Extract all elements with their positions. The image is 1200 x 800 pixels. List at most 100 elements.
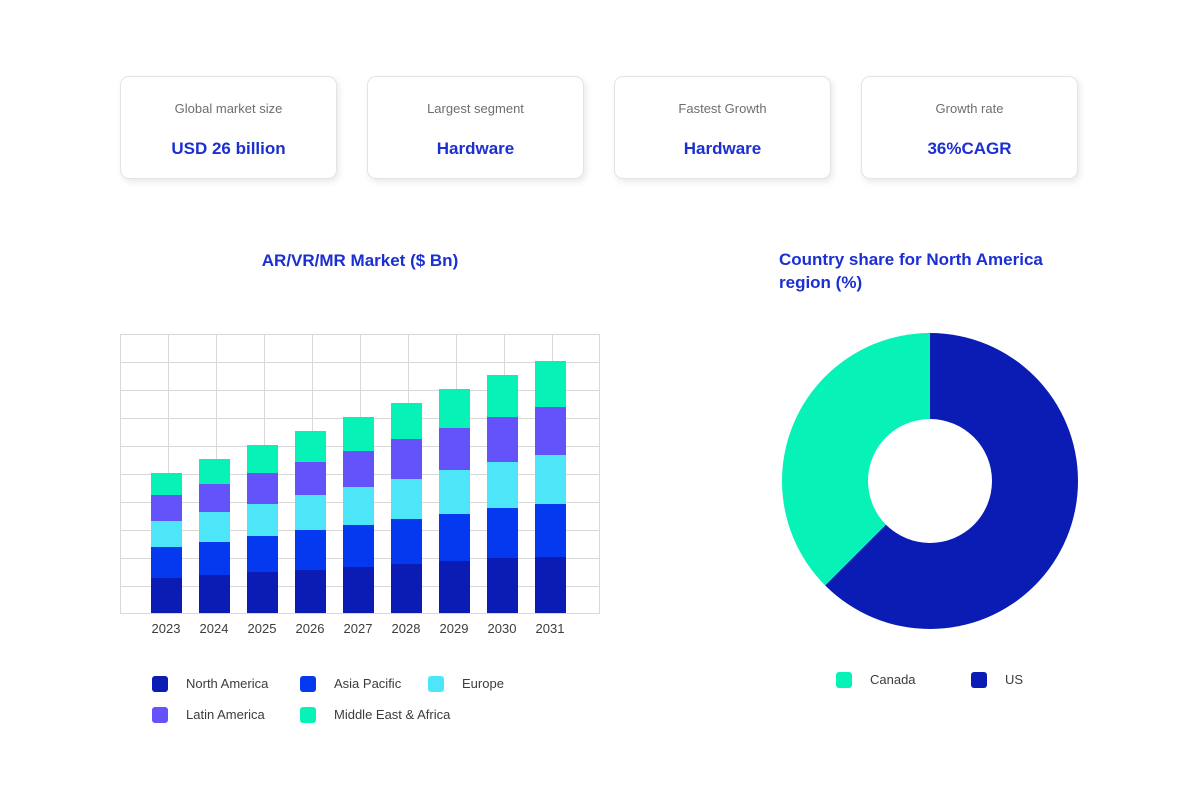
bar-segment-middle-east-africa: [295, 431, 326, 462]
bar-segment-latin-america: [247, 473, 278, 504]
bar-column-2023: [151, 473, 182, 613]
legend-swatch-latin-america: [152, 707, 168, 723]
legend-swatch-middle-east-africa: [300, 707, 316, 723]
stat-card-largest-segment: Largest segment Hardware: [367, 76, 584, 179]
bar-segment-europe: [439, 470, 470, 513]
bar-segment-asia-pacific: [535, 504, 566, 557]
bar-segment-europe: [151, 521, 182, 548]
stat-card-label: Largest segment: [427, 101, 524, 117]
bar-segment-middle-east-africa: [151, 473, 182, 495]
bar-segment-north-america: [247, 572, 278, 613]
x-tick-2024: 2024: [190, 621, 238, 636]
bar-segment-north-america: [391, 564, 422, 613]
legend-label: US: [1005, 672, 1023, 688]
legend-item-us: US: [971, 672, 1023, 688]
stat-card-growth-rate: Growth rate 36%CAGR: [861, 76, 1078, 179]
bar-segment-europe: [247, 504, 278, 536]
stat-card-value: Hardware: [437, 139, 514, 159]
bar-segment-europe: [295, 495, 326, 530]
stat-card-fastest-growth: Fastest Growth Hardware: [614, 76, 831, 179]
bar-column-2029: [439, 389, 470, 613]
stat-card-global-market-size: Global market size USD 26 billion: [120, 76, 337, 179]
bar-column-2024: [199, 459, 230, 613]
bar-chart-x-axis: 202320242025202620272028202920302031: [120, 621, 600, 639]
bar-segment-asia-pacific: [247, 536, 278, 572]
bar-segment-middle-east-africa: [487, 375, 518, 417]
bar-column-2030: [487, 375, 518, 613]
legend-label: Europe: [462, 676, 504, 692]
stat-card-value: 36%CAGR: [927, 139, 1011, 159]
legend-swatch-asia-pacific: [300, 676, 316, 692]
bar-segment-latin-america: [295, 462, 326, 496]
bar-segment-north-america: [151, 578, 182, 613]
bar-chart-title: AR/VR/MR Market ($ Bn): [120, 249, 600, 272]
legend-item-middle-east-africa: Middle East & Africa: [300, 707, 450, 723]
bar-segment-europe: [487, 462, 518, 508]
stat-card-value: USD 26 billion: [171, 139, 285, 159]
market-dashboard: Global market size USD 26 billion Larges…: [0, 0, 1200, 800]
legend-label: Latin America: [186, 707, 265, 723]
legend-swatch-canada: [836, 672, 852, 688]
bar-segment-middle-east-africa: [199, 459, 230, 484]
x-tick-2031: 2031: [526, 621, 574, 636]
x-tick-2030: 2030: [478, 621, 526, 636]
bar-chart-plot: [120, 334, 600, 614]
legend-item-latin-america: Latin America: [152, 707, 265, 723]
bar-segment-north-america: [199, 575, 230, 613]
bar-segment-asia-pacific: [343, 525, 374, 567]
bar-segment-middle-east-africa: [391, 403, 422, 439]
bar-segment-europe: [535, 455, 566, 504]
bar-segment-europe: [343, 487, 374, 525]
donut-chart-title: Country share for North America region (…: [779, 248, 1079, 294]
legend-item-europe: Europe: [428, 676, 504, 692]
x-tick-2027: 2027: [334, 621, 382, 636]
bar-segment-latin-america: [151, 495, 182, 520]
bar-segment-north-america: [535, 557, 566, 613]
stat-card-label: Fastest Growth: [678, 101, 766, 117]
bar-segment-latin-america: [199, 484, 230, 512]
bar-segment-north-america: [343, 567, 374, 613]
bar-column-2025: [247, 445, 278, 613]
bar-column-2031: [535, 361, 566, 613]
stat-card-label: Global market size: [175, 101, 283, 117]
legend-label: Asia Pacific: [334, 676, 401, 692]
bar-segment-latin-america: [391, 439, 422, 478]
bar-column-2027: [343, 417, 374, 613]
bar-segment-asia-pacific: [151, 547, 182, 578]
legend-swatch-us: [971, 672, 987, 688]
legend-label: North America: [186, 676, 268, 692]
bar-segment-middle-east-africa: [247, 445, 278, 473]
bar-segment-middle-east-africa: [535, 361, 566, 407]
donut-hole: [868, 419, 992, 543]
bar-column-2026: [295, 431, 326, 613]
bar-segment-latin-america: [439, 428, 470, 470]
bar-segment-latin-america: [343, 451, 374, 487]
x-tick-2025: 2025: [238, 621, 286, 636]
x-tick-2029: 2029: [430, 621, 478, 636]
bar-column-2028: [391, 403, 422, 613]
legend-label: Middle East & Africa: [334, 707, 450, 723]
bar-segment-europe: [199, 512, 230, 541]
donut-chart: [782, 333, 1078, 629]
bar-segment-north-america: [439, 561, 470, 613]
legend-item-north-america: North America: [152, 676, 268, 692]
bar-segment-asia-pacific: [295, 530, 326, 569]
legend-item-asia-pacific: Asia Pacific: [300, 676, 401, 692]
x-tick-2028: 2028: [382, 621, 430, 636]
legend-swatch-europe: [428, 676, 444, 692]
stat-card-value: Hardware: [684, 139, 761, 159]
stat-card-label: Growth rate: [936, 101, 1004, 117]
bar-segment-middle-east-africa: [439, 389, 470, 428]
bar-segment-europe: [391, 479, 422, 520]
bar-segment-asia-pacific: [199, 542, 230, 576]
legend-label: Canada: [870, 672, 916, 688]
bar-segment-north-america: [487, 558, 518, 613]
legend-item-canada: Canada: [836, 672, 916, 688]
legend-swatch-north-america: [152, 676, 168, 692]
x-tick-2023: 2023: [142, 621, 190, 636]
bar-segment-asia-pacific: [487, 508, 518, 558]
bar-segment-north-america: [295, 570, 326, 613]
bar-segment-asia-pacific: [439, 514, 470, 562]
bar-segment-latin-america: [487, 417, 518, 462]
bar-segment-latin-america: [535, 407, 566, 455]
